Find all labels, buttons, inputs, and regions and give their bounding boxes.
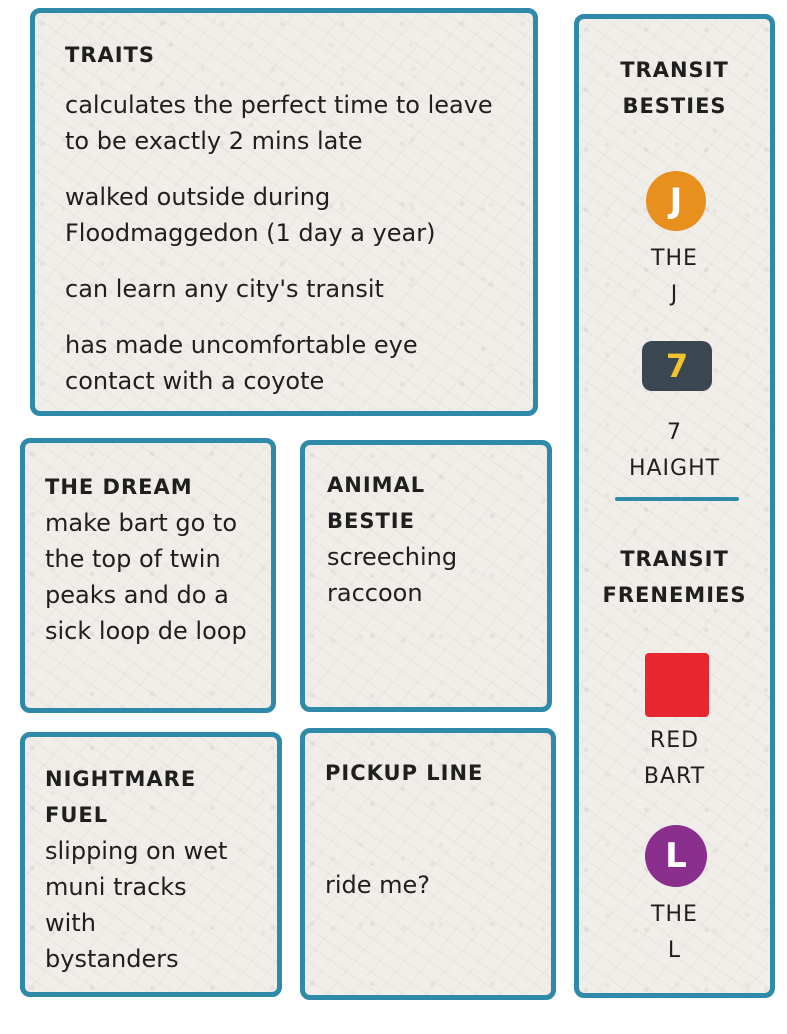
nightmare-panel: NIGHTMARE FUEL slipping on wet muni trac… xyxy=(20,732,282,997)
transit-sidebar: TRANSIT BESTIES J THE J 7 7 HAIGHT TRANS… xyxy=(574,14,775,998)
l-line-label-1: THE xyxy=(651,902,698,927)
animal-bestie-heading: ANIMAL BESTIE xyxy=(327,473,426,533)
j-line-icon: J xyxy=(646,171,706,231)
trait-item: has made uncomfortable eye contact with … xyxy=(65,331,418,395)
haight-7-icon: 7 xyxy=(642,341,712,391)
trait-item: walked outside during Floodmaggedon (1 d… xyxy=(65,183,436,247)
pickup-panel: PICKUP LINE ride me? xyxy=(300,728,556,1000)
nightmare-text: slipping on wet muni tracks with bystand… xyxy=(45,837,228,973)
l-line-icon-letter: L xyxy=(665,836,687,876)
haight-label-2: HAIGHT xyxy=(628,456,721,481)
nightmare-heading: NIGHTMARE FUEL xyxy=(45,767,197,827)
dream-heading: THE DREAM xyxy=(45,475,193,499)
red-bart-label-2: BART xyxy=(643,764,706,789)
animal-bestie-panel: ANIMAL BESTIE screeching raccoon xyxy=(300,440,552,712)
red-bart-label-1: RED xyxy=(649,728,700,753)
j-line-icon-letter: J xyxy=(669,181,683,221)
traits-heading: TRAITS xyxy=(65,43,156,67)
trait-item: calculates the perfect time to leave to … xyxy=(65,91,493,155)
red-bart-icon xyxy=(645,653,709,717)
haight-label-1: 7 xyxy=(667,420,682,445)
besties-heading-line-2: BESTIES xyxy=(622,94,727,118)
traits-panel: TRAITS calculates the perfect time to le… xyxy=(30,8,538,416)
section-divider xyxy=(615,497,739,501)
j-line-label-2: J xyxy=(670,282,679,307)
dream-text: make bart go to the top of twin peaks an… xyxy=(45,509,247,645)
frenemies-heading-line-2: FRENEMIES xyxy=(602,583,747,607)
pickup-text: ride me? xyxy=(325,871,431,899)
l-line-icon: L xyxy=(645,825,707,887)
animal-bestie-text: screeching raccoon xyxy=(327,543,458,607)
besties-heading-line-1: TRANSIT xyxy=(620,58,729,82)
haight-7-icon-number: 7 xyxy=(665,347,689,385)
l-line-label-2: L xyxy=(667,938,682,963)
trait-item: can learn any city's transit xyxy=(65,275,384,303)
dream-panel: THE DREAM make bart go to the top of twi… xyxy=(20,438,276,713)
pickup-heading: PICKUP LINE xyxy=(325,761,484,785)
j-line-label-1: THE xyxy=(651,246,698,271)
frenemies-heading-line-1: TRANSIT xyxy=(620,547,729,571)
